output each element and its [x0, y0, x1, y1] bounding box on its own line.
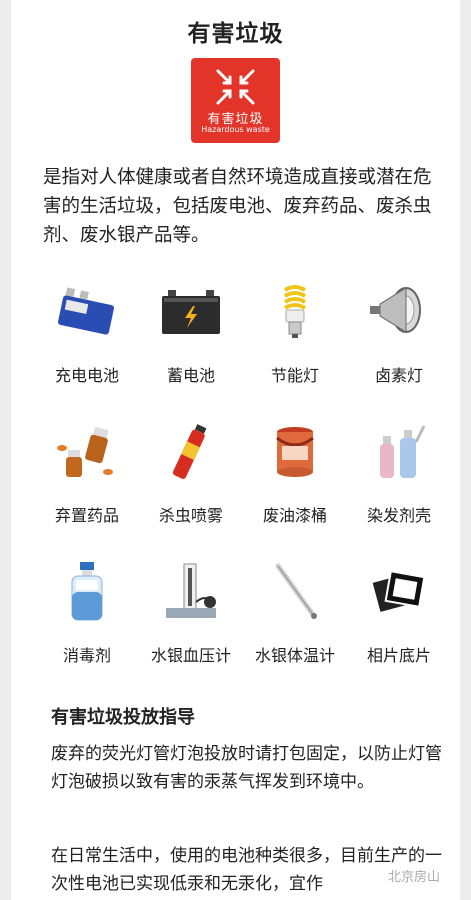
item-hair-dye: 染发剂壳 — [349, 422, 449, 542]
hair-dye-tubes-icon — [380, 425, 426, 478]
intro-text: 是指对人体健康或者自然环境造成直接或潜在危害的生活垃圾，包括废电池、废弃药品、废… — [43, 167, 432, 246]
halogen-lamp-icon — [370, 287, 421, 333]
item-insecticide: 杀虫喷雾 — [141, 422, 241, 542]
hazard-arrows-icon — [216, 69, 255, 105]
article-page: 有害垃圾 有害垃圾 Hazardous waste 是指对人体健康或者自然环境造… — [11, 0, 460, 900]
item-disinfectant: 消毒剂 — [37, 562, 137, 682]
item-label: 染发剂壳 — [366, 506, 431, 525]
photo-film-icon — [372, 570, 426, 612]
item-label: 水银体温计 — [254, 646, 335, 665]
item-label: 卤素灯 — [374, 366, 423, 385]
hazardous-waste-logo: 有害垃圾 Hazardous waste — [191, 58, 280, 143]
item-photo-film: 相片底片 — [349, 562, 449, 682]
logo-label-en: Hazardous waste — [201, 125, 270, 134]
page-title: 有害垃圾 — [187, 21, 284, 47]
watermark: 北京房山 — [386, 866, 443, 885]
rechargeable-battery-icon — [58, 287, 114, 335]
item-sphygmomanometer: 水银血压计 — [141, 562, 241, 682]
disinfectant-bottle-icon — [71, 562, 103, 621]
item-label: 弃置药品 — [54, 506, 119, 525]
item-label: 废油漆桶 — [262, 506, 327, 525]
mercury-thermometer-icon — [275, 563, 317, 619]
item-halogen-lamp: 卤素灯 — [349, 282, 449, 402]
item-rechargeable-battery: 充电电池 — [37, 282, 137, 402]
medicine-bottles-icon — [57, 426, 113, 477]
item-car-battery: 蓄电池 — [141, 282, 241, 402]
paint-bucket-icon — [276, 427, 314, 477]
item-label: 杀虫喷雾 — [158, 506, 223, 525]
guide-title: 有害垃圾投放指导 — [51, 707, 195, 728]
insecticide-spray-icon — [172, 424, 207, 479]
item-label: 充电电池 — [54, 366, 119, 385]
item-label: 水银血压计 — [150, 646, 231, 665]
mercury-sphygmomanometer-icon — [166, 563, 216, 618]
item-label: 相片底片 — [366, 646, 431, 665]
item-label: 节能灯 — [270, 366, 319, 385]
item-paint-bucket: 废油漆桶 — [245, 422, 345, 542]
car-battery-icon — [162, 290, 220, 334]
item-medicine: 弃置药品 — [37, 422, 137, 542]
guide-paragraph-1: 废弃的荧光灯管灯泡投放时请打包固定，以防止灯管灯泡破损以致有害的汞蒸气挥发到环境… — [51, 744, 442, 792]
item-label: 蓄电池 — [166, 366, 215, 385]
item-thermometer: 水银体温计 — [245, 562, 345, 682]
energy-saving-bulb-icon — [283, 285, 307, 338]
item-energy-saving-bulb: 节能灯 — [245, 282, 345, 402]
item-label: 消毒剂 — [62, 646, 111, 665]
